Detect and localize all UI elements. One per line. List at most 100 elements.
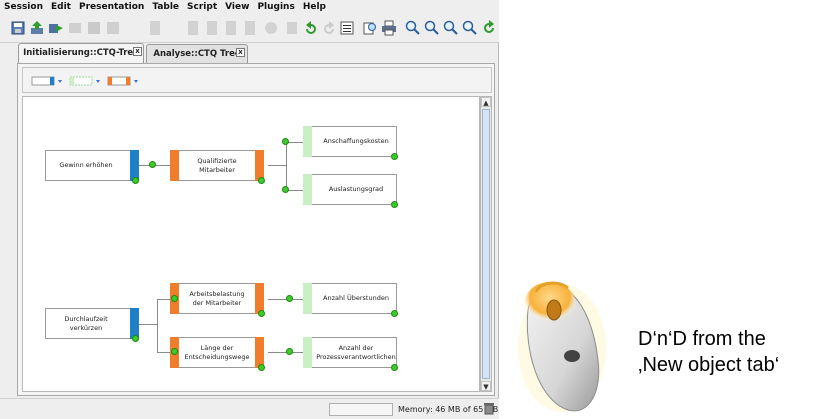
caption-line: D‘n‘D from the <box>638 328 766 350</box>
status-field <box>329 403 393 416</box>
disabled-icon[interactable] <box>185 20 201 36</box>
node-label: Durchlaufzeit verkürzen <box>64 315 119 333</box>
connector-handle[interactable] <box>282 138 289 145</box>
connector-handle[interactable] <box>391 310 398 317</box>
menu-view[interactable]: View <box>221 0 253 16</box>
refresh-icon[interactable] <box>481 20 497 36</box>
undo-icon[interactable] <box>303 20 319 36</box>
mouse-illustration <box>518 281 606 412</box>
connector-line <box>268 165 287 166</box>
disabled-icon[interactable] <box>242 20 258 36</box>
save-icon[interactable] <box>10 20 26 36</box>
node-toolbar <box>22 67 492 93</box>
connector-handle[interactable] <box>282 186 289 193</box>
close-icon[interactable]: x <box>133 47 142 56</box>
export-icon[interactable] <box>48 20 64 36</box>
close-icon[interactable]: x <box>236 48 245 57</box>
leaf-marker <box>303 337 312 368</box>
main-toolbar <box>0 16 499 43</box>
disabled-icon[interactable] <box>147 20 163 36</box>
disabled-icon[interactable] <box>223 20 239 36</box>
zoom-icon[interactable] <box>405 20 421 36</box>
ctq-node-gewinn[interactable]: Gewinn erhöhen <box>45 150 139 181</box>
connector-handle[interactable] <box>391 201 398 208</box>
menu-edit[interactable]: Edit <box>47 0 75 16</box>
connector-handle[interactable] <box>258 364 265 371</box>
add-driver-node-icon[interactable] <box>107 74 141 88</box>
node-label: Anzahl Überstunden <box>323 294 389 302</box>
vertical-scrollbar[interactable]: ▲ ▼ <box>480 96 492 392</box>
leaf-marker <box>303 126 312 157</box>
zoom-in-icon[interactable] <box>424 20 440 36</box>
driver-node-laenge[interactable]: Länge der Entscheidungswege <box>170 337 264 368</box>
leaf-node-anschaffungskosten[interactable]: Anschaffungskosten <box>303 126 397 157</box>
connector-line <box>157 299 158 352</box>
tab-analyse[interactable]: Analyse::CTQ Tree x <box>146 44 248 63</box>
connector-handle[interactable] <box>286 348 293 355</box>
leaf-node-ueberstunden[interactable]: Anzahl Überstunden <box>303 283 397 314</box>
connector-handle[interactable] <box>171 348 178 355</box>
redo-icon[interactable] <box>321 20 337 36</box>
list-icon[interactable] <box>339 20 355 36</box>
node-label: Arbeitsbelastung der Mitarbeiter <box>179 290 254 308</box>
leaf-marker <box>303 283 312 314</box>
caption-line: ‚New object tab‘ <box>638 354 780 376</box>
leaf-marker <box>303 174 312 205</box>
node-label-line: Durchlaufzeit <box>64 314 108 323</box>
disabled-icon[interactable] <box>86 20 102 36</box>
zoom-fit-icon[interactable] <box>462 20 478 36</box>
menu-presentation[interactable]: Presentation <box>75 0 148 16</box>
driver-node-qualifizierte[interactable]: Qualifizierte Mitarbeiter <box>170 150 264 181</box>
connector-handle[interactable] <box>258 177 265 184</box>
connector-line <box>138 165 174 166</box>
menu-session[interactable]: Session <box>0 0 47 16</box>
connector-handle[interactable] <box>132 177 139 184</box>
disabled-icon[interactable] <box>263 20 279 36</box>
connector-handle[interactable] <box>149 161 156 168</box>
ctq-node-durchlaufzeit[interactable]: Durchlaufzeit verkürzen <box>45 308 139 339</box>
caption-text: D‘n‘D from the ‚New object tab‘ <box>638 326 779 378</box>
add-ctq-node-icon[interactable] <box>31 74 65 88</box>
connector-handle[interactable] <box>258 310 265 317</box>
leaf-node-prozessverantwortliche[interactable]: Anzahl der Prozessverantwortlichen <box>303 337 397 368</box>
node-label: Auslastungsgrad <box>328 185 384 193</box>
import-icon[interactable] <box>29 20 45 36</box>
print-icon[interactable] <box>381 20 397 36</box>
node-label-line: Anzahl der <box>338 343 374 352</box>
node-label: Gewinn erhöhen <box>59 161 113 169</box>
scroll-thumb[interactable] <box>482 109 490 379</box>
menu-table[interactable]: Table <box>148 0 183 16</box>
ctq-tree-editor: Gewinn erhöhen Qualifizierte Mitarbeiter… <box>17 63 495 396</box>
connector-handle[interactable] <box>286 295 293 302</box>
disabled-icon[interactable] <box>204 20 220 36</box>
menu-plugins[interactable]: Plugins <box>253 0 298 16</box>
leaf-node-auslastungsgrad[interactable]: Auslastungsgrad <box>303 174 397 205</box>
disabled-icon[interactable] <box>67 20 83 36</box>
node-label-line: verkürzen <box>69 323 103 332</box>
add-leaf-node-icon[interactable] <box>69 74 103 88</box>
preview-icon[interactable] <box>362 20 378 36</box>
menu-script[interactable]: Script <box>183 0 221 16</box>
status-bar: Memory: 46 MB of 65 MB <box>0 398 499 419</box>
tree-canvas[interactable]: Gewinn erhöhen Qualifizierte Mitarbeiter… <box>22 96 480 392</box>
connector-handle[interactable] <box>391 153 398 160</box>
scroll-down-icon[interactable]: ▼ <box>481 381 491 391</box>
driver-node-arbeitsbelastung[interactable]: Arbeitsbelastung der Mitarbeiter <box>170 283 264 314</box>
application-window: Session Edit Presentation Table Script V… <box>0 0 499 419</box>
node-label-line: Entscheidungswege <box>184 352 250 361</box>
scroll-up-icon[interactable]: ▲ <box>481 97 491 107</box>
document-tabs: Initialisierung::CTQ-Tree x Analyse::CTQ… <box>0 43 499 63</box>
trash-icon[interactable] <box>484 402 494 415</box>
connector-handle[interactable] <box>132 335 139 342</box>
driver-marker-left <box>170 150 179 181</box>
disabled-icon[interactable] <box>284 20 300 36</box>
disabled-icon[interactable] <box>105 20 121 36</box>
zoom-out-icon[interactable] <box>443 20 459 36</box>
tab-initialisierung[interactable]: Initialisierung::CTQ-Tree x <box>18 43 144 63</box>
node-label: Anzahl der Prozessverantwortlichen <box>304 344 396 362</box>
tab-label: Analyse::CTQ Tree <box>153 49 241 59</box>
menu-help[interactable]: Help <box>299 0 330 16</box>
connector-handle[interactable] <box>391 364 398 371</box>
connector-handle[interactable] <box>171 295 178 302</box>
node-label: Anschaffungskosten <box>323 137 389 145</box>
